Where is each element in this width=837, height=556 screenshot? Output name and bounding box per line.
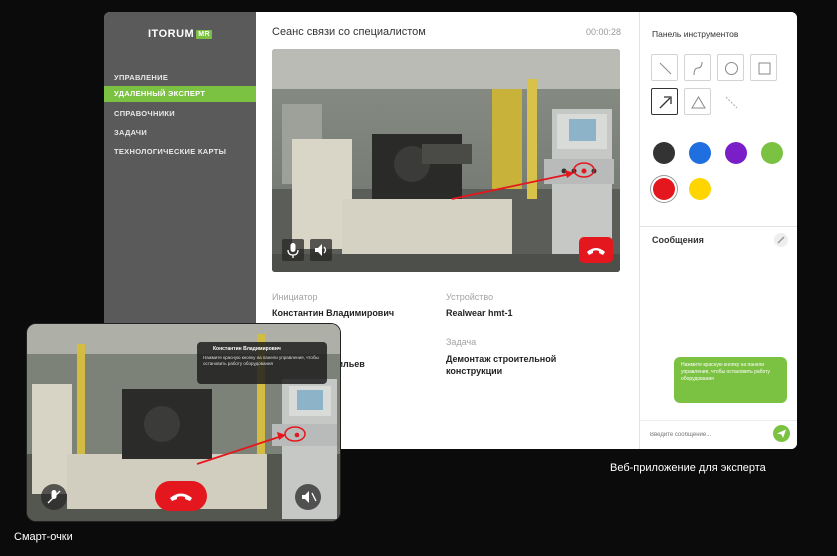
web-app-caption: Веб-приложение для эксперта [610, 462, 766, 474]
notification-text: Нажмите красную кнопку на панели управле… [203, 355, 319, 366]
square-tool-button[interactable] [750, 54, 777, 81]
dashed-line-icon [725, 96, 738, 109]
mute-microphone-button[interactable] [41, 484, 67, 510]
color-swatch-blue[interactable] [689, 142, 711, 164]
triangle-icon [691, 96, 706, 109]
notification-popup: Константин Владимирович Нажмите красную … [197, 342, 327, 384]
message-input[interactable] [650, 428, 760, 442]
color-swatch-green[interactable] [761, 142, 783, 164]
mute-speaker-button[interactable] [295, 484, 321, 510]
arrow-tool-button[interactable] [651, 88, 678, 115]
microphone-icon [287, 243, 299, 258]
hangup-button[interactable] [579, 237, 613, 263]
sidebar-item-directories[interactable]: СПРАВОЧНИКИ [104, 106, 256, 122]
initiator-value: Константин Владимирович [272, 308, 395, 318]
edit-button[interactable] [774, 233, 788, 247]
pencil-icon [777, 236, 785, 244]
task-label: Задача [446, 337, 477, 347]
logo: ITORUM MR [148, 28, 213, 40]
page-title: Сеанс связи со специалистом [272, 26, 426, 38]
tools-panel: Панель инструментов Сообщения Нажмите кр… [639, 12, 797, 449]
color-swatch-purple[interactable] [725, 142, 747, 164]
speaker-button[interactable] [310, 239, 332, 261]
logo-text: ITORUM [148, 28, 195, 40]
tools-title: Панель инструментов [652, 29, 739, 39]
line-tool-button[interactable] [651, 54, 678, 81]
divider [640, 226, 797, 227]
notification-sender: Константин Владимирович [213, 346, 281, 352]
line-icon [659, 62, 672, 75]
curve-tool-button[interactable] [684, 54, 711, 81]
send-icon [777, 429, 786, 438]
triangle-tool-button[interactable] [684, 88, 711, 115]
phone-hangup-icon [587, 248, 605, 255]
circle-tool-button[interactable] [717, 54, 744, 81]
dashed-line-tool-button[interactable] [717, 88, 744, 115]
circle-icon [725, 62, 738, 75]
sidebar-item-tech-cards[interactable]: ТЕХНОЛОГИЧЕСКИЕ КАРТЫ [104, 144, 256, 160]
square-icon [758, 62, 771, 75]
device-value: Realwear hmt-1 [446, 308, 513, 318]
session-timer: 00:00:28 [585, 27, 621, 37]
task-value: Демонтаж строительной конструкции [446, 354, 557, 376]
smart-glasses-caption: Смарт-очки [14, 531, 73, 543]
messages-title: Сообщения [652, 235, 704, 245]
device-label: Устройство [446, 292, 494, 302]
send-button[interactable] [773, 425, 790, 442]
initiator-label: Инициатор [272, 292, 318, 302]
color-swatch-black[interactable] [653, 142, 675, 164]
arrow-icon [659, 96, 672, 109]
speaker-off-icon [302, 491, 317, 503]
message-bubble: Нажмите красную кнопку на панели управле… [674, 357, 787, 403]
speaker-icon [315, 244, 327, 256]
hangup-button[interactable] [155, 481, 207, 511]
microphone-button[interactable] [282, 239, 304, 261]
sidebar-item-management[interactable]: УПРАВЛЕНИЕ [104, 70, 256, 86]
sidebar-item-remote-expert[interactable]: УДАЛЕННЫЙ ЭКСПЕРТ [104, 86, 256, 102]
divider [640, 420, 797, 421]
video-stream[interactable] [272, 49, 620, 272]
sidebar-item-tasks[interactable]: ЗАДАЧИ [104, 125, 256, 141]
microphone-off-icon [47, 490, 61, 504]
phone-hangup-icon [170, 493, 192, 501]
logo-badge: MR [196, 30, 213, 39]
color-swatch-yellow[interactable] [689, 178, 711, 200]
curve-icon [693, 61, 703, 76]
color-swatch-red[interactable] [653, 178, 675, 200]
smart-glasses-view: Константин Владимирович Нажмите красную … [27, 324, 340, 521]
